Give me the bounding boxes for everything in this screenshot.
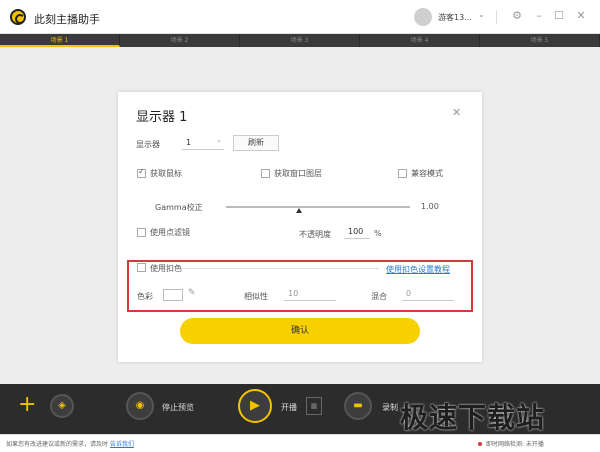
feedback-link[interactable]: 告诉我们 bbox=[110, 441, 134, 448]
scene-tab-bar: 场景 1 场景 2 场景 3 场景 4 场景 5 bbox=[0, 34, 600, 47]
tab-scene-5[interactable]: 场景 5 bbox=[480, 34, 600, 47]
tab-scene-1[interactable]: 场景 1 bbox=[0, 34, 120, 47]
record-settings-icon[interactable]: ▦ bbox=[306, 397, 322, 415]
eyedropper-icon[interactable]: ✎ bbox=[188, 288, 196, 298]
feedback-text: 如果您有改进建议或新的需求，请及时 告诉我们 bbox=[6, 439, 134, 448]
start-live-label[interactable]: 开播 bbox=[281, 402, 297, 413]
opacity-unit: % bbox=[374, 229, 382, 238]
chroma-key-checkbox[interactable] bbox=[137, 263, 146, 272]
gear-icon[interactable]: ⚙ bbox=[510, 9, 524, 22]
monitor-settings-dialog: 显示器 1 ✕ 显示器 1 ⌄ 刷新 获取鼠标 获取窗口图层 兼容模式 Gamm… bbox=[118, 92, 482, 362]
minimize-icon[interactable]: – bbox=[532, 9, 546, 22]
add-source-icon[interactable]: + bbox=[18, 392, 36, 417]
gamma-value: 1.00 bbox=[421, 202, 439, 211]
chroma-key-label: 使用扣色 bbox=[150, 264, 182, 273]
confirm-button[interactable]: 确认 bbox=[180, 318, 420, 344]
network-status-text: 即时网络检测: 未开播 bbox=[486, 441, 544, 448]
compat-mode-label: 兼容模式 bbox=[411, 169, 443, 178]
tab-scene-2[interactable]: 场景 2 bbox=[120, 34, 240, 47]
gamma-slider[interactable] bbox=[226, 206, 410, 208]
gamma-slider-handle[interactable] bbox=[296, 208, 302, 213]
capture-layer-label: 获取窗口图层 bbox=[274, 169, 322, 178]
capture-mouse-label: 获取鼠标 bbox=[150, 169, 182, 178]
refresh-button[interactable]: 刷新 bbox=[233, 135, 279, 151]
stop-preview-label[interactable]: 停止预览 bbox=[162, 402, 194, 413]
opacity-input[interactable]: 100 bbox=[344, 225, 370, 239]
gamma-label: Gamma校正 bbox=[155, 203, 203, 212]
title-bar: 此刻主播助手 游客13... ⌄ ⚙ – ☐ ✕ bbox=[0, 0, 600, 34]
blend-label: 混合 bbox=[371, 292, 387, 301]
tab-scene-4[interactable]: 场景 4 bbox=[360, 34, 480, 47]
similarity-input[interactable]: 10 bbox=[284, 287, 336, 301]
chevron-down-icon: ⌄ bbox=[216, 136, 222, 144]
network-status-dot bbox=[478, 442, 482, 446]
app-logo-icon bbox=[10, 9, 26, 25]
divider bbox=[496, 10, 497, 24]
opacity-label: 不透明度 bbox=[299, 230, 331, 239]
color-label: 色彩 bbox=[137, 292, 153, 301]
feedback-prompt: 如果您有改进建议或新的需求，请及时 bbox=[6, 441, 109, 448]
close-icon[interactable]: ✕ bbox=[574, 9, 588, 22]
camera-icon[interactable]: ▬ bbox=[344, 392, 372, 420]
monitor-select[interactable]: 1 ⌄ bbox=[182, 136, 224, 150]
monitor-value: 1 bbox=[186, 138, 192, 147]
capture-mouse-checkbox[interactable] bbox=[137, 167, 146, 178]
capture-layer-checkbox[interactable] bbox=[261, 169, 270, 178]
record-label[interactable]: 录制 bbox=[382, 402, 398, 413]
chevron-down-icon[interactable]: ⌄ bbox=[478, 10, 485, 19]
color-picker[interactable] bbox=[163, 289, 183, 301]
monitor-label: 显示器 bbox=[136, 140, 160, 149]
maximize-icon[interactable]: ☐ bbox=[552, 9, 566, 22]
divider bbox=[181, 268, 379, 269]
status-bar: 如果您有改进建议或新的需求，请及时 告诉我们 即时网络检测: 未开播 bbox=[0, 434, 600, 452]
compat-mode-checkbox[interactable] bbox=[398, 169, 407, 178]
similarity-label: 相似性 bbox=[244, 292, 268, 301]
point-filter-checkbox[interactable] bbox=[137, 228, 146, 237]
layers-icon[interactable]: ◈ bbox=[50, 394, 74, 418]
watermark-text: 极速下载站 bbox=[400, 401, 546, 434]
eye-icon[interactable]: ◉ bbox=[126, 392, 154, 420]
play-icon[interactable]: ▶ bbox=[238, 389, 272, 423]
tab-scene-3[interactable]: 场景 3 bbox=[240, 34, 360, 47]
chroma-tutorial-link[interactable]: 使用扣色设置教程 bbox=[386, 264, 450, 275]
dialog-title: 显示器 1 bbox=[136, 110, 188, 125]
blend-input[interactable]: 0 bbox=[402, 287, 454, 301]
point-filter-label: 使用点滤镜 bbox=[150, 228, 190, 237]
user-name[interactable]: 游客13... bbox=[438, 12, 472, 23]
close-icon[interactable]: ✕ bbox=[452, 106, 461, 119]
user-avatar[interactable] bbox=[414, 8, 432, 26]
app-title: 此刻主播助手 bbox=[34, 13, 100, 26]
